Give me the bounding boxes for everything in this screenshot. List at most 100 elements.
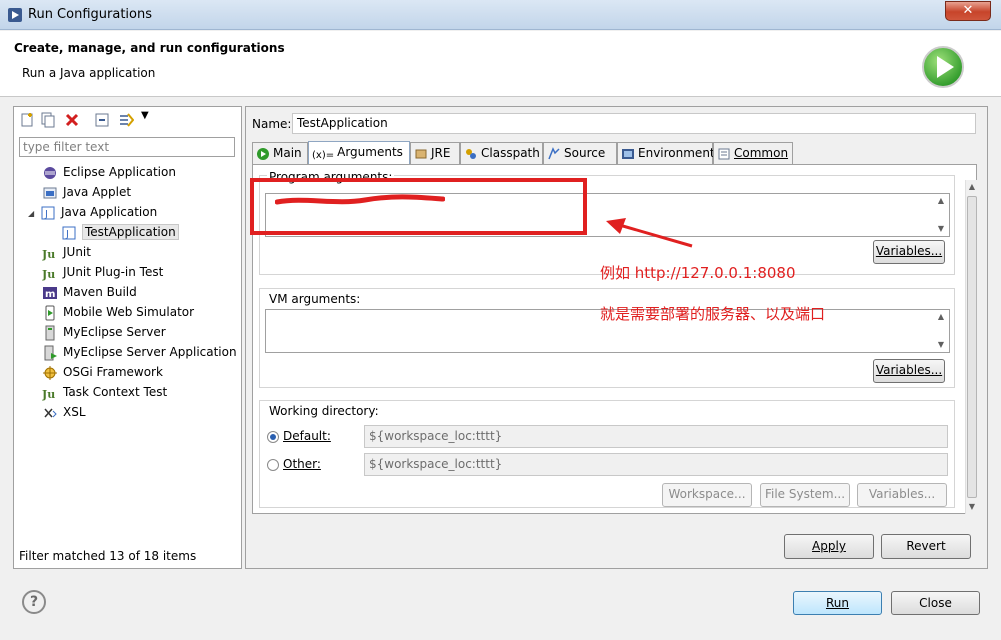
- tree-item-eclipse-application[interactable]: Eclipse Application: [14, 162, 242, 182]
- default-directory-radio[interactable]: [267, 431, 279, 443]
- close-icon: ✕: [962, 3, 974, 18]
- tree-item-task-context-test[interactable]: Ju Task Context Test: [14, 382, 242, 402]
- run-button[interactable]: Run: [793, 591, 882, 615]
- source-tab-icon: [548, 146, 560, 159]
- configuration-tree-panel: ▼ type filter text Eclipse Application J…: [13, 106, 242, 569]
- tree-item-osgi-framework[interactable]: OSGi Framework: [14, 362, 242, 382]
- eclipse-app-icon: [44, 166, 56, 179]
- name-input[interactable]: TestApplication: [292, 113, 976, 134]
- svg-text:m: m: [45, 289, 55, 300]
- apply-button[interactable]: Apply: [784, 534, 874, 559]
- chevron-expanded-icon[interactable]: ◢: [28, 204, 40, 224]
- other-directory-radio[interactable]: [267, 459, 279, 471]
- annotation-text-example: 例如 http://127.0.0.1:8080: [600, 264, 796, 282]
- svg-text:Ju: Ju: [42, 388, 55, 401]
- annotation-text-explanation: 就是需要部署的服务器、以及端口: [600, 305, 826, 323]
- new-config-icon[interactable]: [19, 112, 35, 128]
- dialog-header-subtitle: Run a Java application: [22, 66, 156, 80]
- revert-button[interactable]: Revert: [881, 534, 971, 559]
- java-config-icon: J: [62, 226, 76, 240]
- tree-item-myeclipse-server[interactable]: MyEclipse Server: [14, 322, 242, 342]
- working-dir-variables-button[interactable]: Variables...: [857, 483, 947, 507]
- workspace-button[interactable]: Workspace...: [662, 483, 752, 507]
- filter-configs-icon[interactable]: [118, 112, 134, 128]
- tree-item-junit-plugin-test[interactable]: Ju JUnit Plug-in Test: [14, 262, 242, 282]
- tab-common[interactable]: Common: [713, 142, 793, 164]
- scroll-down-icon[interactable]: ▼: [966, 502, 978, 512]
- xsl-icon: [44, 408, 57, 417]
- window-title-bar: Run Configurations ✕: [0, 0, 1001, 30]
- tab-environment[interactable]: Environment: [617, 142, 715, 164]
- server-icon: [45, 325, 55, 340]
- filter-input[interactable]: type filter text: [19, 137, 235, 157]
- program-variables-button[interactable]: Variables...: [873, 240, 945, 264]
- java-applet-icon: [43, 187, 57, 198]
- maven-icon: m: [43, 286, 57, 300]
- default-directory-label: Default:: [283, 429, 331, 443]
- configuration-tree: Eclipse Application Java Applet ◢ J Java A…: [14, 162, 242, 422]
- name-label: Name:: [252, 117, 292, 131]
- arguments-tab-icon: (x)=: [312, 149, 335, 161]
- tree-item-maven-build[interactable]: m Maven Build: [14, 282, 242, 302]
- tab-jre[interactable]: JRE: [410, 142, 460, 164]
- working-directory-group: Working directory: Default: ${workspace_…: [259, 400, 955, 508]
- collapse-all-icon[interactable]: [94, 112, 110, 128]
- java-app-icon: J: [41, 206, 55, 220]
- classpath-tab-icon: [466, 148, 476, 159]
- delete-config-icon[interactable]: [64, 112, 80, 128]
- chevron-down-icon[interactable]: ▼: [141, 110, 149, 121]
- annotation-highlight-box: [250, 178, 587, 235]
- svg-text:Ju: Ju: [42, 248, 55, 261]
- dialog-header-title: Create, manage, and run configurations: [14, 41, 285, 55]
- configuration-editor-panel: Name: TestApplication Main (x)= Arguments…: [245, 106, 988, 569]
- scroll-down-icon[interactable]: ▼: [935, 340, 947, 350]
- junit-icon: Ju: [42, 248, 55, 261]
- scroll-up-icon[interactable]: ▲: [966, 182, 978, 192]
- file-system-button[interactable]: File System...: [760, 483, 850, 507]
- osgi-icon: [43, 365, 57, 380]
- main-tab-icon: [257, 147, 269, 160]
- other-directory-label: Other:: [283, 457, 321, 471]
- help-icon[interactable]: ?: [22, 590, 46, 614]
- scroll-up-icon[interactable]: ▲: [935, 196, 947, 206]
- tree-item-junit[interactable]: Ju JUnit: [14, 242, 242, 262]
- mobile-web-icon: [45, 305, 55, 320]
- filter-status-text: Filter matched 13 of 18 items: [19, 549, 197, 563]
- duplicate-config-icon[interactable]: [40, 112, 56, 128]
- window-title: Run Configurations: [28, 7, 152, 22]
- tree-item-xsl[interactable]: XSL: [14, 402, 242, 422]
- tree-item-java-applet[interactable]: Java Applet: [14, 182, 242, 202]
- tab-source[interactable]: Source: [543, 142, 617, 164]
- scrollbar-thumb[interactable]: [967, 196, 977, 498]
- svg-text:J: J: [44, 209, 48, 220]
- close-button[interactable]: Close: [891, 591, 980, 615]
- junit-plugin-icon: Ju: [42, 268, 55, 281]
- vm-arguments-label: VM arguments:: [267, 292, 363, 306]
- run-configurations-app-icon: [8, 8, 22, 22]
- tab-main[interactable]: Main: [252, 142, 308, 164]
- working-directory-label: Working directory:: [267, 404, 381, 418]
- tree-item-java-application[interactable]: ◢ J Java Application: [14, 202, 242, 222]
- task-context-icon: Ju: [42, 388, 55, 401]
- tree-item-myeclipse-server-application[interactable]: MyEclipse Server Application: [14, 342, 242, 362]
- other-directory-field[interactable]: ${workspace_loc:tttt}: [364, 453, 948, 476]
- tab-scrollbar[interactable]: ▲ ▼: [965, 180, 977, 514]
- scroll-down-icon[interactable]: ▼: [935, 224, 947, 234]
- server-app-icon: [44, 345, 57, 360]
- run-banner-icon: [922, 46, 964, 88]
- svg-text:Ju: Ju: [42, 268, 55, 281]
- window-close-button[interactable]: ✕: [945, 1, 991, 21]
- tree-item-testapplication[interactable]: J TestApplication: [14, 222, 242, 242]
- environment-tab-icon: [622, 148, 634, 159]
- dialog-header: Create, manage, and run configurations R…: [0, 31, 1001, 97]
- scroll-up-icon[interactable]: ▲: [935, 312, 947, 322]
- svg-text:J: J: [65, 229, 69, 240]
- jre-tab-icon: [415, 149, 427, 158]
- annotation-arrow: [606, 218, 693, 248]
- tree-item-mobile-web-simulator[interactable]: Mobile Web Simulator: [14, 302, 242, 322]
- vm-variables-button[interactable]: Variables...: [873, 359, 945, 383]
- tab-classpath[interactable]: Classpath: [460, 142, 543, 164]
- common-tab-icon: [718, 148, 730, 159]
- tab-arguments[interactable]: (x)= Arguments: [308, 141, 410, 164]
- default-directory-field: ${workspace_loc:tttt}: [364, 425, 948, 448]
